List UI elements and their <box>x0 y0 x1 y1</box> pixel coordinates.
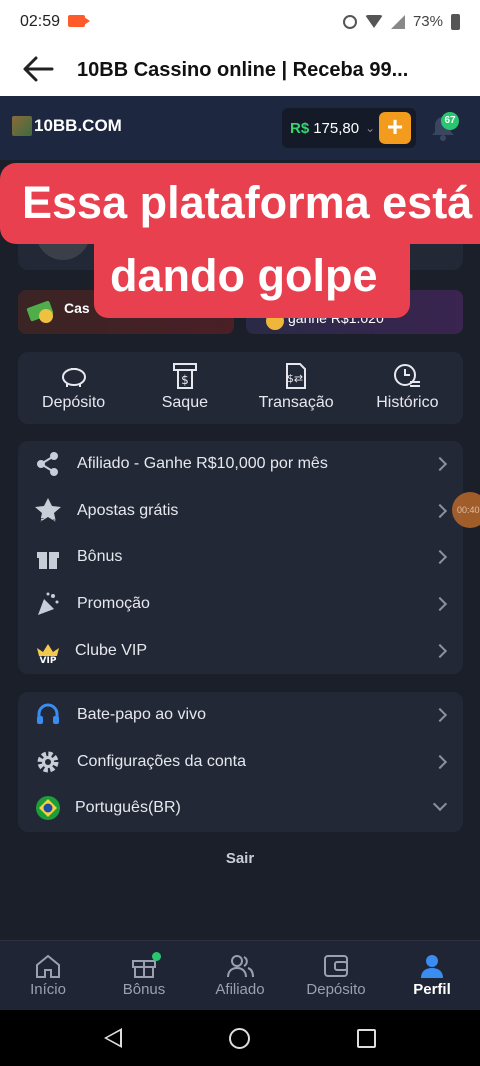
menu-item-label: Apostas grátis <box>77 501 179 519</box>
bonus-indicator-dot <box>152 952 161 961</box>
status-bar: 02:59 73% <box>0 0 480 44</box>
chevron-right-icon <box>432 643 448 658</box>
action-withdraw[interactable]: $ Saque <box>129 352 240 424</box>
nav-affiliate-label: Afiliado <box>215 981 265 998</box>
money-icon <box>26 300 54 323</box>
cashback-label: Cas <box>64 300 90 316</box>
battery-percent: 73% <box>412 13 443 30</box>
brazil-flag-icon <box>34 794 62 822</box>
chevron-right-icon <box>432 550 448 565</box>
overlay-caption-line2: dando golpe <box>94 238 410 318</box>
vip-crown-icon: VIP <box>34 637 62 665</box>
chevron-right-icon <box>432 754 448 769</box>
menu-item-account-settings[interactable]: Configurações da conta <box>18 739 463 786</box>
menu-item-label: Bônus <box>77 548 123 566</box>
chevron-down-icon <box>432 797 448 812</box>
screen-record-icon <box>68 15 90 27</box>
action-transaction[interactable]: $⇄ Transação <box>241 352 352 424</box>
action-deposit-label: Depósito <box>42 394 106 411</box>
chevron-down-icon: ⌄ <box>365 121 376 135</box>
share-icon <box>34 450 62 478</box>
nav-deposit[interactable]: Depósito <box>288 941 384 1010</box>
nav-home[interactable]: Início <box>0 941 96 1010</box>
system-recents-icon[interactable] <box>357 1029 376 1048</box>
system-back-icon[interactable] <box>104 1028 122 1048</box>
nav-affiliate[interactable]: Afiliado <box>192 941 288 1010</box>
settings-gear-icon <box>34 748 62 776</box>
headset-icon <box>34 701 62 729</box>
action-history[interactable]: Histórico <box>352 352 463 424</box>
nav-bonus-label: Bônus <box>122 981 166 998</box>
notification-badge: 67 <box>441 112 459 130</box>
action-history-label: Histórico <box>376 394 439 411</box>
deposit-plus-button[interactable]: + <box>379 112 411 144</box>
menu-item-label: Afiliado - Ganhe R$10,000 por mês <box>77 455 328 473</box>
bottom-nav: Início Bônus Afiliado Depósito Perfil <box>0 940 480 1010</box>
nav-profile[interactable]: Perfil <box>384 941 480 1010</box>
main-menu: Afiliado - Ganhe R$10,000 por mês Free A… <box>18 441 463 674</box>
star-free-icon: Free <box>34 497 62 525</box>
withdraw-icon: $ <box>172 363 197 389</box>
alarm-icon <box>342 14 357 29</box>
svg-text:$⇄: $⇄ <box>287 372 303 385</box>
system-home-icon[interactable] <box>229 1028 250 1049</box>
site-logo[interactable]: 10BB.COM <box>12 116 122 136</box>
home-icon <box>36 954 60 978</box>
chevron-right-icon <box>432 457 448 472</box>
secondary-menu: Bate-papo ao vivo Configurações da conta… <box>18 692 463 832</box>
menu-item-label: Configurações da conta <box>77 752 246 770</box>
menu-item-vip[interactable]: VIP Clube VIP <box>18 627 463 674</box>
nav-bonus[interactable]: Bônus <box>96 941 192 1010</box>
logout-button[interactable]: Sair <box>0 850 480 867</box>
balance-value: 175,80 <box>313 119 360 137</box>
nav-profile-label: Perfil <box>413 981 451 998</box>
menu-item-label: Promoção <box>77 595 150 613</box>
action-deposit[interactable]: Depósito <box>18 352 129 424</box>
menu-item-promotion[interactable]: Promoção <box>18 581 463 628</box>
action-transaction-label: Transação <box>258 394 334 411</box>
app-bar: 10BB Cassino online | Receba 99... <box>0 44 480 96</box>
nav-deposit-label: Depósito <box>306 981 366 998</box>
menu-item-affiliate[interactable]: Afiliado - Ganhe R$10,000 por mês <box>18 441 463 488</box>
piggy-bank-icon <box>61 368 86 387</box>
wallet-icon <box>324 955 348 977</box>
nav-home-label: Início <box>30 981 66 998</box>
wifi-icon <box>364 15 383 28</box>
gift-icon <box>34 543 62 571</box>
system-nav-bar <box>0 1010 480 1066</box>
status-time: 02:59 <box>20 13 61 30</box>
logo-mark-icon <box>12 116 32 136</box>
floating-timer-button[interactable]: 00:40 <box>452 492 480 528</box>
svg-text:$: $ <box>181 373 189 387</box>
history-icon <box>394 364 421 387</box>
action-withdraw-label: Saque <box>161 394 208 411</box>
svg-text:Free: Free <box>40 517 57 525</box>
profile-icon <box>421 955 443 978</box>
battery-icon <box>451 13 460 30</box>
menu-item-live-chat[interactable]: Bate-papo ao vivo <box>18 692 463 739</box>
menu-item-bonus[interactable]: Bônus <box>18 534 463 581</box>
back-arrow-icon[interactable] <box>22 55 54 83</box>
logo-text: 10BB.COM <box>34 116 122 135</box>
quick-actions: Depósito $ Saque $⇄ Transação Histórico <box>18 352 463 424</box>
svg-text:VIP: VIP <box>40 656 57 664</box>
menu-item-label: Português(BR) <box>75 799 181 817</box>
menu-item-label: Bate-papo ao vivo <box>77 706 206 724</box>
chevron-right-icon <box>432 503 448 518</box>
party-popper-icon <box>34 590 62 618</box>
page-title: 10BB Cassino online | Receba 99... <box>77 59 409 81</box>
menu-item-free-bets[interactable]: Free Apostas grátis <box>18 488 463 535</box>
menu-item-label: Clube VIP <box>75 641 148 659</box>
balance-currency: R$ <box>290 119 310 137</box>
signal-icon <box>390 14 405 29</box>
overlay-caption-line1: Essa plataforma está <box>0 163 480 244</box>
users-icon <box>227 955 254 978</box>
transaction-icon: $⇄ <box>286 363 307 389</box>
chevron-right-icon <box>432 708 448 723</box>
chevron-right-icon <box>432 597 448 612</box>
menu-item-language[interactable]: Português(BR) <box>18 785 463 832</box>
